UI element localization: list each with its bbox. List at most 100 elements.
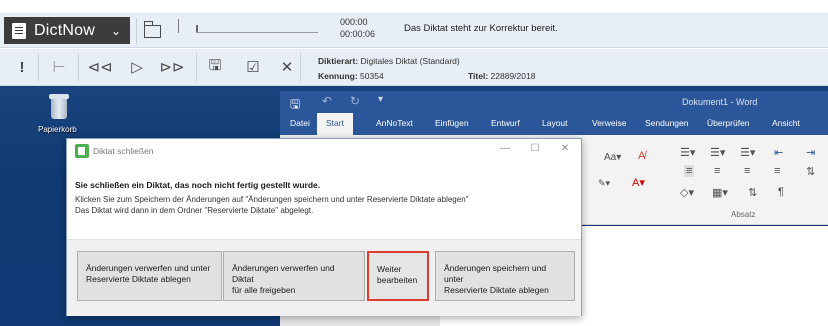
- redo-icon[interactable]: ↻: [350, 94, 360, 108]
- button-label: Änderungen speichern und unter: [444, 263, 547, 284]
- toolbar-separator: [78, 53, 79, 81]
- time-total: 00:00:06: [340, 29, 376, 39]
- multilevel-list-icon[interactable]: ☰▾: [740, 146, 755, 159]
- decrease-indent-icon[interactable]: ⇤: [774, 146, 783, 159]
- word-ribbon-tabs: Datei Start AnNoText Einfügen Entwurf La…: [280, 113, 828, 135]
- align-center-icon[interactable]: ≡: [714, 165, 720, 177]
- button-label: Reservierte Diktate ablegen: [86, 274, 191, 284]
- continue-editing-button[interactable]: Weiter bearbeiten: [367, 251, 429, 301]
- increase-indent-icon[interactable]: ⇥: [806, 146, 815, 159]
- tab-verweise[interactable]: Verweise: [592, 118, 627, 128]
- finish-button[interactable]: ☑: [242, 51, 264, 83]
- dictnow-app-menu[interactable]: DictNow ⌄: [4, 17, 130, 44]
- bullets-icon[interactable]: ☰▾: [680, 146, 695, 159]
- numbering-icon[interactable]: ☰▾: [710, 146, 725, 159]
- dictation-id-value: 50354: [360, 71, 384, 81]
- tab-start[interactable]: Start: [317, 113, 353, 135]
- dictation-title: Titel: 22889/2018: [468, 71, 535, 81]
- rewind-button[interactable]: ⊲⊲: [87, 51, 113, 83]
- toolbar-separator: [38, 53, 39, 81]
- close-icon[interactable]: ✕: [555, 143, 575, 154]
- tab-einfuegen[interactable]: Einfügen: [435, 118, 469, 128]
- rewind-icon: ⊲⊲: [87, 59, 113, 76]
- exclamation-button[interactable]: !: [14, 51, 30, 83]
- playback-slider[interactable]: [196, 32, 318, 33]
- tab-ansicht[interactable]: Ansicht: [772, 118, 800, 128]
- exclamation-icon: !: [19, 58, 25, 76]
- fast-forward-icon: ⊳⊳: [159, 59, 185, 76]
- dictation-type-value: Digitales Diktat (Standard): [360, 56, 460, 66]
- clear-formatting-icon[interactable]: A̸: [638, 150, 645, 162]
- tab-ueberpruefen[interactable]: Überprüfen: [707, 118, 750, 128]
- toolbar-separator: [196, 53, 197, 81]
- recycle-bin-icon[interactable]: [47, 94, 71, 120]
- recycle-bin-label: Papierkorb: [38, 125, 77, 134]
- close-dictation-button[interactable]: ✕: [278, 51, 296, 83]
- status-message: Das Diktat steht zur Korrektur bereit.: [404, 23, 558, 34]
- borders-icon[interactable]: ▦▾: [712, 186, 728, 199]
- sort-icon[interactable]: ⇅: [748, 186, 757, 199]
- discard-and-release-button[interactable]: Änderungen verwerfen und Diktat für alle…: [223, 251, 365, 301]
- app-name: DictNow: [34, 21, 95, 39]
- play-icon: ▷: [131, 59, 143, 76]
- line-spacing-icon[interactable]: ⇅: [806, 165, 815, 178]
- dictation-type-label: Diktierart:: [318, 56, 359, 66]
- word-title-bar: 🖫 ↶ ↻ ▾ Dokument1 - Word: [280, 91, 828, 113]
- time-elapsed: 000:00: [340, 17, 368, 27]
- button-label: Weiter: [377, 264, 402, 274]
- save-and-reserve-button[interactable]: Änderungen speichern und unter Reservier…: [435, 251, 575, 301]
- maximize-icon[interactable]: ☐: [525, 143, 545, 154]
- fast-forward-button[interactable]: ⊳⊳: [159, 51, 185, 83]
- top-strip: [0, 0, 828, 14]
- font-color-icon[interactable]: A▾: [632, 176, 645, 189]
- quick-access-dropdown-icon[interactable]: ▾: [378, 94, 383, 105]
- button-label: Änderungen verwerfen und unter: [86, 263, 211, 273]
- undo-icon[interactable]: ↶: [322, 94, 332, 108]
- dictation-title-label: Titel:: [468, 71, 489, 81]
- align-right-icon[interactable]: ≡: [744, 165, 750, 177]
- play-button[interactable]: ▷: [128, 51, 146, 83]
- button-label: für alle freigeben: [232, 285, 296, 295]
- change-case-icon[interactable]: Aa▾: [604, 152, 621, 163]
- dialog-heading: Sie schließen ein Diktat, das noch nicht…: [75, 180, 321, 190]
- shading-icon[interactable]: ◇▾: [680, 186, 694, 199]
- dictation-id: Kennung: 50354: [318, 71, 384, 81]
- dialog-text-line2: Das Diktat wird dann in dem Ordner "Rese…: [75, 206, 314, 215]
- tab-sendungen[interactable]: Sendungen: [645, 118, 689, 128]
- dialog-title: Diktat schließen: [93, 146, 154, 156]
- close-icon: ✕: [280, 59, 294, 76]
- close-dictation-dialog: Diktat schließen — ☐ ✕ Sie schließen ein…: [66, 138, 582, 316]
- open-folder-button[interactable]: [136, 18, 168, 44]
- dialog-title-bar: Diktat schließen — ☐ ✕: [67, 139, 581, 163]
- minimize-icon[interactable]: —: [495, 143, 515, 154]
- discard-and-reserve-button[interactable]: Änderungen verwerfen und unter Reservier…: [77, 251, 222, 301]
- highlight-icon[interactable]: ✎▾: [598, 178, 610, 189]
- dialog-text-line1: Klicken Sie zum Speichern der Änderungen…: [75, 195, 469, 204]
- dictnow-toolbar-bottom: [0, 49, 828, 86]
- tab-entwurf[interactable]: Entwurf: [491, 118, 520, 128]
- save-button[interactable]: 🖫: [204, 51, 226, 83]
- justify-icon[interactable]: ≡: [774, 165, 780, 177]
- tab-datei[interactable]: Datei: [290, 118, 310, 128]
- document-icon: [12, 22, 26, 39]
- position-marker: [178, 19, 186, 33]
- dictation-title-value: 22889/2018: [490, 71, 536, 81]
- chevron-down-icon: ⌄: [110, 23, 122, 38]
- insert-button[interactable]: ⊢: [48, 51, 70, 83]
- dictnow-app-icon: [75, 144, 89, 158]
- save-icon: 🖫: [208, 56, 222, 74]
- button-label: Änderungen verwerfen und Diktat: [232, 263, 335, 284]
- tab-layout[interactable]: Layout: [542, 118, 568, 128]
- tab-annotext[interactable]: AnNoText: [376, 118, 413, 128]
- dictation-type: Diktierart: Digitales Diktat (Standard): [318, 56, 460, 66]
- ribbon-group-absatz: Absatz: [731, 210, 756, 219]
- checkbox-icon: ☑: [246, 59, 260, 76]
- word-document-title: Dokument1 - Word: [682, 97, 758, 107]
- toolbar-separator: [300, 53, 301, 81]
- insert-icon: ⊢: [52, 59, 66, 76]
- folder-icon: [143, 20, 161, 38]
- dictation-id-label: Kennung:: [318, 71, 358, 81]
- button-label: Reservierte Diktate ablegen: [444, 285, 549, 295]
- pilcrow-icon[interactable]: ¶: [778, 186, 784, 198]
- align-left-icon[interactable]: ≡: [684, 165, 695, 177]
